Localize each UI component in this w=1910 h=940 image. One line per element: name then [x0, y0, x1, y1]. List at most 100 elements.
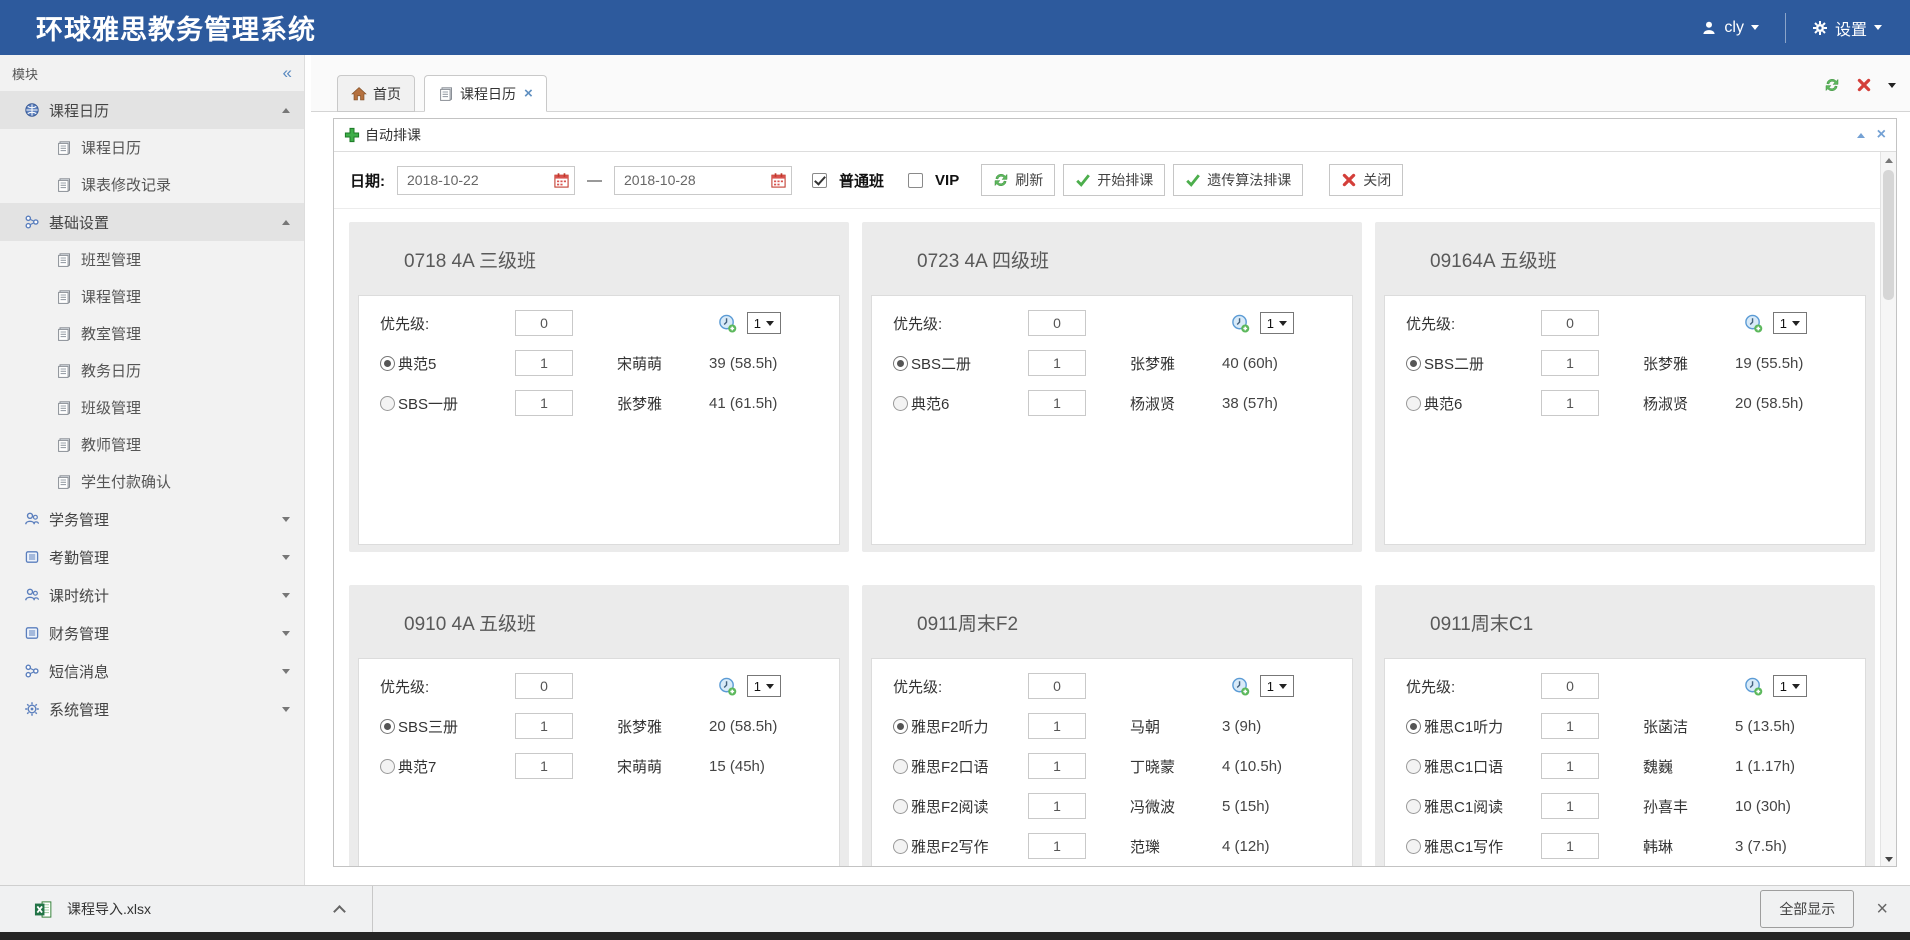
course-option[interactable]: SBS一册	[380, 393, 515, 414]
course-option[interactable]: 典范7	[380, 756, 515, 777]
course-radio[interactable]	[893, 799, 908, 814]
sidebar-group-5[interactable]: 财务管理	[0, 614, 304, 652]
session-select[interactable]: 1	[1260, 675, 1294, 697]
download-bar-close-icon[interactable]: ×	[1876, 898, 1888, 921]
calendar-icon[interactable]	[553, 172, 570, 189]
scroll-down-icon[interactable]	[1885, 857, 1893, 862]
course-hours-input[interactable]	[1028, 713, 1086, 739]
sidebar-item-1-4[interactable]: 班级管理	[0, 389, 304, 426]
start-schedule-button[interactable]: 开始排课	[1063, 164, 1165, 196]
course-option[interactable]: SBS二册	[893, 353, 1028, 374]
scrollbar-thumb[interactable]	[1883, 170, 1894, 300]
course-hours-input[interactable]	[1028, 793, 1086, 819]
clock-add-icon[interactable]	[1744, 677, 1763, 696]
course-hours-input[interactable]	[515, 350, 573, 376]
date-from-input[interactable]	[397, 166, 575, 195]
course-hours-input[interactable]	[1541, 390, 1599, 416]
course-radio[interactable]	[1406, 356, 1421, 371]
sidebar-item-0-0[interactable]: 课程日历	[0, 129, 304, 166]
show-all-button[interactable]: 全部显示	[1760, 890, 1854, 928]
course-option[interactable]: 雅思C1阅读	[1406, 796, 1541, 817]
course-hours-input[interactable]	[1028, 833, 1086, 859]
course-radio[interactable]	[380, 396, 395, 411]
course-hours-input[interactable]	[1541, 350, 1599, 376]
session-select[interactable]: 1	[747, 675, 781, 697]
refresh-tab-icon[interactable]	[1824, 77, 1840, 93]
sidebar-collapse-button[interactable]: «	[283, 63, 292, 83]
course-option[interactable]: 典范5	[380, 353, 515, 374]
refresh-button[interactable]: 刷新	[981, 164, 1055, 196]
user-menu[interactable]: cly	[1701, 19, 1759, 37]
course-radio[interactable]	[1406, 799, 1421, 814]
sidebar-group-0[interactable]: 课程日历	[0, 91, 304, 129]
priority-input[interactable]	[515, 673, 573, 699]
course-option[interactable]: 雅思C1写作	[1406, 836, 1541, 857]
normal-class-checkbox[interactable]	[812, 173, 827, 188]
genetic-schedule-button[interactable]: 遗传算法排课	[1173, 164, 1303, 196]
sidebar-group-1[interactable]: 基础设置	[0, 203, 304, 241]
course-hours-input[interactable]	[1541, 793, 1599, 819]
course-option[interactable]: 典范6	[1406, 393, 1541, 414]
clock-add-icon[interactable]	[1744, 314, 1763, 333]
calendar-icon[interactable]	[770, 172, 787, 189]
tab-close-icon[interactable]: ×	[524, 85, 533, 102]
sidebar-item-1-2[interactable]: 教室管理	[0, 315, 304, 352]
priority-input[interactable]	[1541, 673, 1599, 699]
course-radio[interactable]	[380, 356, 395, 371]
sidebar-item-1-0[interactable]: 班型管理	[0, 241, 304, 278]
vertical-scrollbar[interactable]	[1880, 152, 1896, 866]
vip-checkbox[interactable]	[908, 173, 923, 188]
chevron-up-icon[interactable]	[333, 905, 346, 918]
course-hours-input[interactable]	[1028, 350, 1086, 376]
course-radio[interactable]	[893, 396, 908, 411]
course-option[interactable]: 雅思F2阅读	[893, 796, 1028, 817]
close-tab-icon[interactable]	[1856, 77, 1872, 93]
priority-input[interactable]	[1028, 310, 1086, 336]
session-select[interactable]: 1	[1773, 312, 1807, 334]
course-radio[interactable]	[380, 719, 395, 734]
course-hours-input[interactable]	[1028, 753, 1086, 779]
clock-add-icon[interactable]	[718, 677, 737, 696]
panel-collapse-icon[interactable]	[1857, 133, 1865, 138]
course-option[interactable]: 雅思F2口语	[893, 756, 1028, 777]
priority-input[interactable]	[1028, 673, 1086, 699]
course-radio[interactable]	[893, 719, 908, 734]
course-radio[interactable]	[893, 356, 908, 371]
course-radio[interactable]	[1406, 719, 1421, 734]
course-hours-input[interactable]	[515, 753, 573, 779]
clock-add-icon[interactable]	[1231, 314, 1250, 333]
settings-menu[interactable]: 设置	[1812, 16, 1882, 40]
sidebar-group-4[interactable]: 课时统计	[0, 576, 304, 614]
sidebar-group-3[interactable]: 考勤管理	[0, 538, 304, 576]
session-select[interactable]: 1	[1773, 675, 1807, 697]
clock-add-icon[interactable]	[1231, 677, 1250, 696]
course-hours-input[interactable]	[515, 390, 573, 416]
priority-input[interactable]	[515, 310, 573, 336]
session-select[interactable]: 1	[747, 312, 781, 334]
course-option[interactable]: 雅思F2写作	[893, 836, 1028, 857]
course-hours-input[interactable]	[1028, 390, 1086, 416]
course-option[interactable]: SBS三册	[380, 716, 515, 737]
date-to-input[interactable]	[614, 166, 792, 195]
tab-home[interactable]: 首页	[337, 75, 415, 112]
priority-input[interactable]	[1541, 310, 1599, 336]
sidebar-item-0-1[interactable]: 课表修改记录	[0, 166, 304, 203]
session-select[interactable]: 1	[1260, 312, 1294, 334]
sidebar-group-7[interactable]: 系统管理	[0, 690, 304, 728]
course-hours-input[interactable]	[515, 713, 573, 739]
course-radio[interactable]	[380, 759, 395, 774]
course-hours-input[interactable]	[1541, 713, 1599, 739]
course-radio[interactable]	[1406, 839, 1421, 854]
panel-close-icon[interactable]: ×	[1877, 127, 1886, 143]
sidebar-group-6[interactable]: 短信消息	[0, 652, 304, 690]
tab-course-calendar[interactable]: 课程日历×	[424, 75, 547, 112]
course-hours-input[interactable]	[1541, 753, 1599, 779]
course-radio[interactable]	[1406, 396, 1421, 411]
course-hours-input[interactable]	[1541, 833, 1599, 859]
clock-add-icon[interactable]	[718, 314, 737, 333]
course-option[interactable]: 典范6	[893, 393, 1028, 414]
tab-list-dropdown-icon[interactable]	[1888, 83, 1896, 88]
course-option[interactable]: 雅思C1听力	[1406, 716, 1541, 737]
scroll-up-icon[interactable]	[1885, 158, 1893, 163]
course-radio[interactable]	[893, 839, 908, 854]
